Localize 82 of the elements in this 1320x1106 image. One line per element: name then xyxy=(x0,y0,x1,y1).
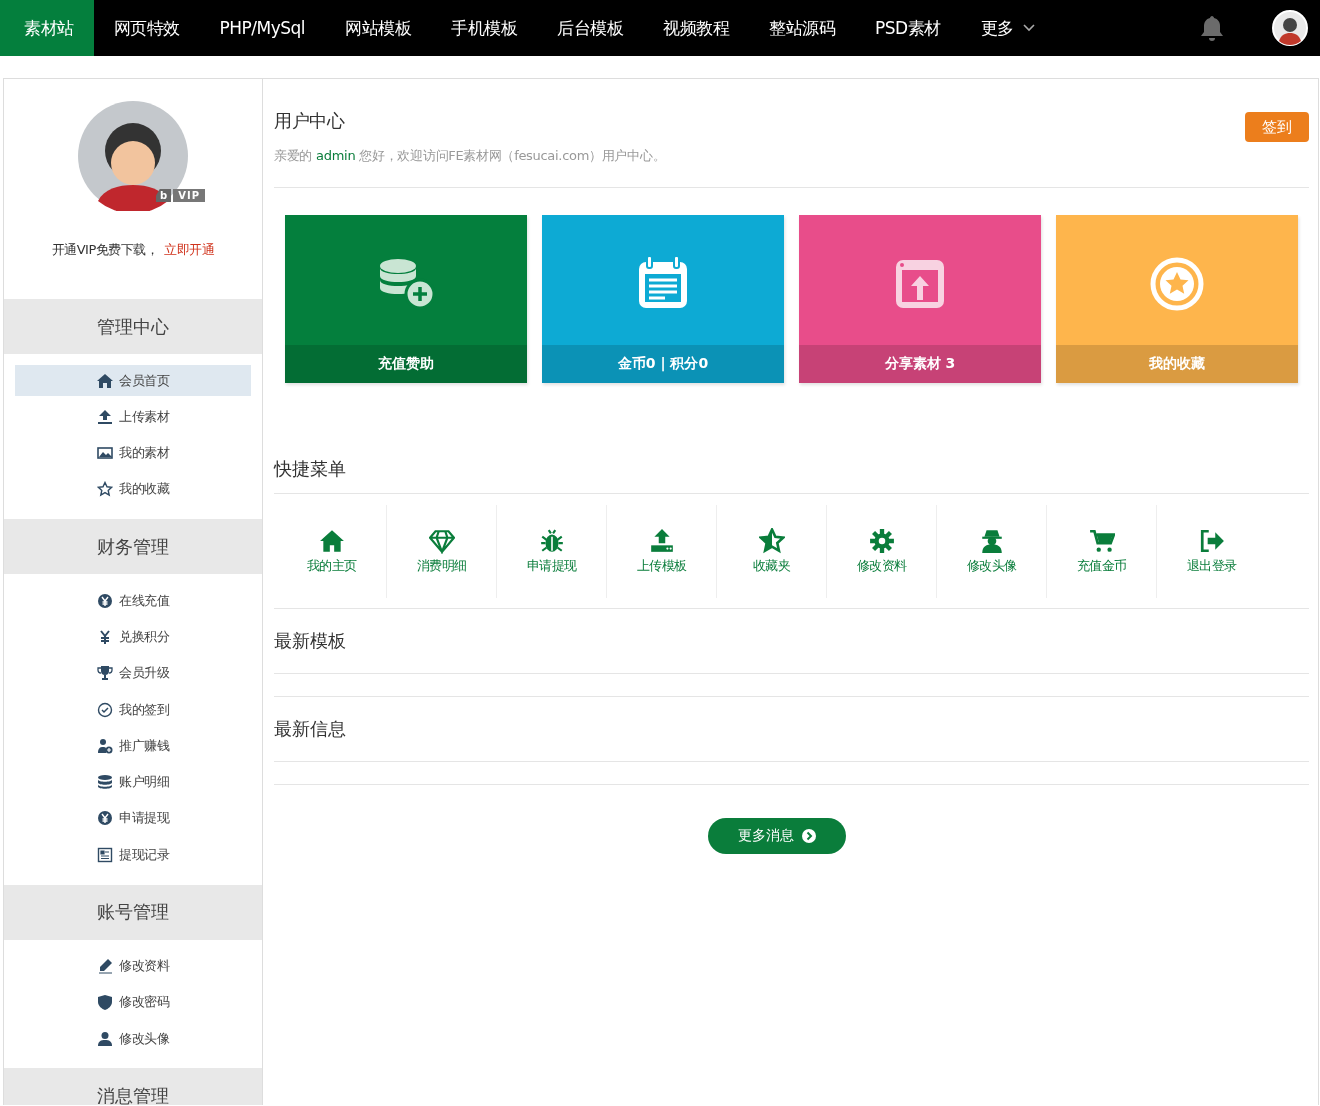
pencil-icon xyxy=(97,958,113,975)
stat-tile[interactable]: 金币0 | 积分0 xyxy=(542,215,784,383)
page-title: 用户中心 xyxy=(274,109,346,133)
quick-menu-item[interactable]: 退出登录 xyxy=(1157,505,1266,598)
sidebar-item[interactable]: 我的素材 xyxy=(15,437,251,469)
check-bubble-icon xyxy=(97,701,113,718)
document-icon xyxy=(97,846,113,863)
sidebar-item[interactable]: 会员升级 xyxy=(15,657,251,689)
bell-icon xyxy=(1200,15,1224,41)
home-icon xyxy=(318,528,345,554)
section-heading: 消息管理 xyxy=(4,1068,262,1105)
sidebar-item[interactable]: 提现记录 xyxy=(15,839,251,871)
home-icon xyxy=(97,372,113,389)
nav-link[interactable]: 整站源码 xyxy=(749,0,856,56)
trophy-icon xyxy=(97,665,113,682)
tile-caption: 我的收藏 xyxy=(1056,345,1298,383)
caret-icon xyxy=(1021,23,1036,33)
nav-link[interactable]: 手机模板 xyxy=(431,0,538,56)
gear-icon xyxy=(868,528,895,554)
stat-tile[interactable]: 充值赞助 xyxy=(285,215,527,383)
diamond-icon xyxy=(428,528,455,554)
greeting-text: 亲爱的 admin 您好，欢迎访问FE素材网（fesucai.com）用户中心。 xyxy=(274,147,666,165)
star-icon xyxy=(97,481,113,498)
bug-icon xyxy=(538,528,565,554)
quick-menu-item[interactable]: 充值金币 xyxy=(1047,505,1157,598)
vip-badge-mark: b xyxy=(156,189,172,202)
section-heading: 管理中心 xyxy=(4,299,262,354)
quick-menu-item[interactable]: 修改头像 xyxy=(937,505,1047,598)
section-title: 最新模板 xyxy=(274,629,346,653)
vip-badge: VIP xyxy=(173,189,205,202)
sidebar-item[interactable]: 申请提现 xyxy=(15,802,251,834)
section-title: 快捷菜单 xyxy=(274,445,1309,494)
nav-link[interactable]: 视频教程 xyxy=(643,0,750,56)
sidebar-item[interactable]: 我的收藏 xyxy=(15,473,251,505)
activate-link[interactable]: 立即开通 xyxy=(164,242,215,257)
nav-link[interactable]: PSD素材 xyxy=(855,0,961,56)
username-link[interactable]: admin xyxy=(316,148,356,163)
shield-icon xyxy=(97,994,113,1011)
sidebar-item[interactable]: 上传素材 xyxy=(15,401,251,433)
star-icon xyxy=(758,528,785,554)
cart-icon xyxy=(1088,528,1115,554)
quick-menu-item[interactable]: 申请提现 xyxy=(497,505,607,598)
nav-link[interactable]: 网页特效 xyxy=(93,0,200,56)
sign-out-icon xyxy=(1198,528,1225,554)
stat-tile[interactable]: 分享素材 3 xyxy=(799,215,1041,383)
sidebar-item[interactable]: 在线充值 xyxy=(15,585,251,617)
section-heading: 账号管理 xyxy=(4,884,262,940)
yen-coin-icon xyxy=(97,810,113,827)
more-messages-button[interactable]: 更多消息 xyxy=(707,818,846,854)
section-title: 最新信息 xyxy=(274,717,346,741)
sidebar-item[interactable]: 会员首页 xyxy=(15,365,251,396)
section-heading: 财务管理 xyxy=(4,519,262,575)
quick-menu-item[interactable]: 修改资料 xyxy=(827,505,937,598)
vip-promo-text: 开通VIP免费下载， 立即开通 xyxy=(51,241,215,259)
nav-link[interactable]: 素材站 xyxy=(0,0,94,56)
upload-icon xyxy=(97,408,113,425)
quick-menu-item[interactable]: 上传模板 xyxy=(607,505,717,598)
sidebar-item[interactable]: 推广赚钱 xyxy=(15,730,251,762)
nav-link[interactable]: 后台模板 xyxy=(537,0,644,56)
avatar-icon xyxy=(1272,10,1308,46)
image-icon xyxy=(97,445,113,462)
sidebar-item[interactable]: 修改密码 xyxy=(15,986,251,1018)
nav-link[interactable]: PHP/MySql xyxy=(199,0,326,56)
tile-caption: 分享素材 3 xyxy=(799,345,1041,383)
sidebar-item[interactable]: 修改资料 xyxy=(15,950,251,982)
tile-caption: 金币0 | 积分0 xyxy=(542,345,784,383)
yen-coin-icon xyxy=(97,592,113,609)
quick-menu-item[interactable]: 收藏夹 xyxy=(717,505,827,598)
nav-link[interactable]: 网站模板 xyxy=(325,0,432,56)
quick-menu-item[interactable]: 我的主页 xyxy=(277,505,387,598)
user-plus-icon xyxy=(97,737,113,754)
sidebar-item[interactable]: 兑换积分 xyxy=(15,621,251,653)
nav-link[interactable]: 更多 xyxy=(960,0,1056,56)
sidebar-item[interactable]: 我的签到 xyxy=(15,694,251,726)
database-icon xyxy=(97,774,113,791)
sidebar-item[interactable]: 账户明细 xyxy=(15,766,251,798)
quick-menu-item[interactable]: 消费明细 xyxy=(387,505,497,598)
sidebar-item[interactable]: 修改头像 xyxy=(15,1023,251,1055)
upload-icon xyxy=(648,528,675,554)
tile-caption: 充值赞助 xyxy=(285,345,527,383)
arrow-circle-icon xyxy=(801,829,816,843)
user-icon xyxy=(97,1030,113,1047)
